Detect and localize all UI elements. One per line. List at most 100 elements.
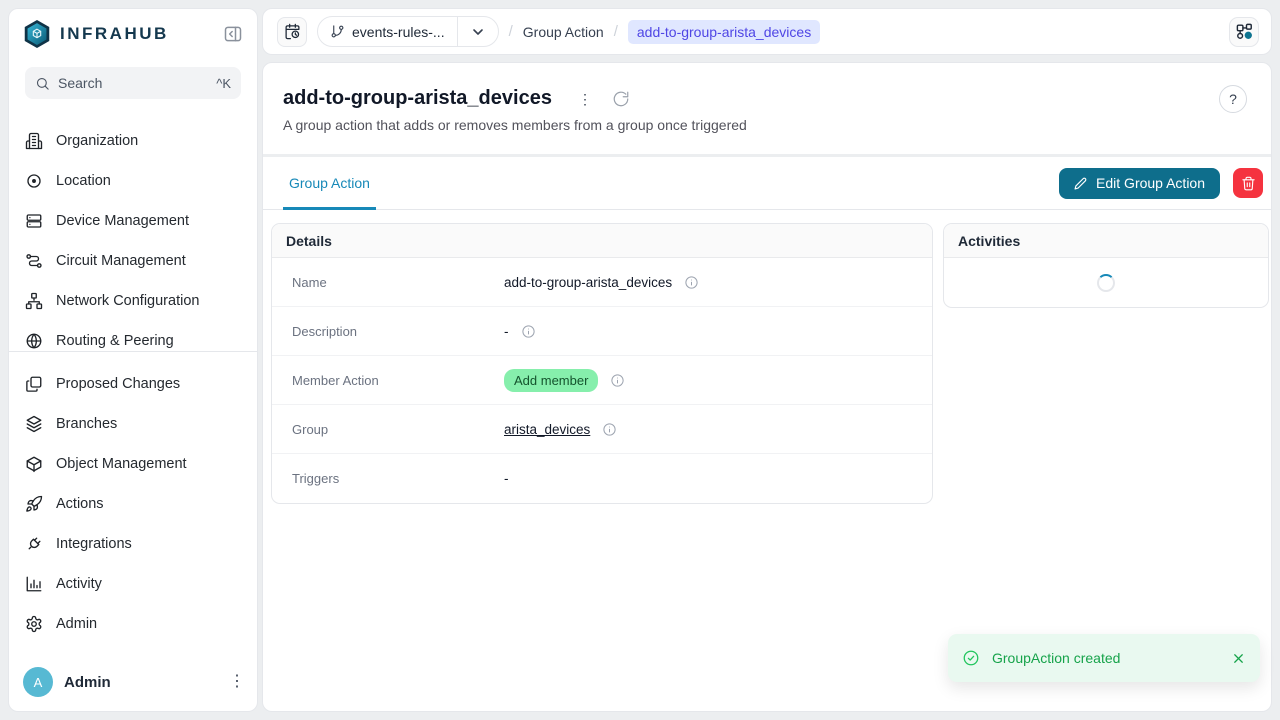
sidebar-item-label: Admin: [56, 616, 97, 632]
sidebar-item-label: Integrations: [56, 536, 132, 552]
search-box[interactable]: ^K: [25, 67, 241, 99]
tab-group-action[interactable]: Group Action: [283, 157, 376, 209]
user-kebab-menu-icon[interactable]: ⋮: [229, 674, 245, 690]
sidebar-item-circuit-management[interactable]: Circuit Management: [9, 241, 257, 281]
sidebar-nav-group-1: Organization Location Device Management …: [9, 121, 257, 349]
loading-spinner-icon: [1097, 274, 1115, 292]
sidebar-item-proposed-changes[interactable]: Proposed Changes: [9, 364, 257, 404]
pencil-icon: [1074, 177, 1087, 190]
info-icon[interactable]: [610, 373, 625, 388]
sidebar-item-admin[interactable]: Admin: [9, 604, 257, 644]
user-name: Admin: [64, 674, 111, 691]
sidebar-item-label: Activity: [56, 576, 102, 592]
detail-row-group: Group arista_devices: [272, 405, 932, 454]
branch-dropdown-toggle[interactable]: [458, 24, 498, 40]
search-icon: [35, 76, 50, 91]
detail-value: add-to-group-arista_devices: [504, 275, 672, 290]
help-button[interactable]: ?: [1219, 85, 1247, 113]
chevron-down-icon: [470, 24, 486, 40]
plug-icon: [25, 535, 43, 553]
activities-panel: Activities: [943, 223, 1269, 308]
calendar-clock-icon: [284, 23, 301, 40]
locate-icon: [25, 172, 43, 190]
cube-icon: [25, 455, 43, 473]
brand-logo-row: INFRAHUB: [9, 9, 257, 55]
sidebar-item-actions[interactable]: Actions: [9, 484, 257, 524]
toast-close-icon[interactable]: [1231, 651, 1246, 666]
detail-value: -: [504, 471, 509, 486]
brand-name: INFRAHUB: [60, 24, 169, 44]
info-icon[interactable]: [521, 324, 536, 339]
breadcrumb-item-group-action[interactable]: Group Action: [523, 24, 604, 40]
sidebar-item-branches[interactable]: Branches: [9, 404, 257, 444]
info-icon[interactable]: [684, 275, 699, 290]
tab-bar: Group Action Edit Group Action: [263, 157, 1271, 210]
sidebar-item-device-management[interactable]: Device Management: [9, 201, 257, 241]
page-header: add-to-group-arista_devices ⋮ A group ac…: [263, 63, 1271, 157]
sidebar-item-location[interactable]: Location: [9, 161, 257, 201]
page-title: add-to-group-arista_devices: [283, 87, 552, 110]
title-kebab-menu-icon[interactable]: ⋮: [578, 92, 592, 106]
panel-collapse-icon: [223, 24, 243, 44]
sidebar-item-label: Circuit Management: [56, 253, 186, 269]
detail-row-triggers: Triggers -: [272, 454, 932, 503]
trash-icon: [1241, 176, 1256, 191]
page-subtitle: A group action that adds or removes memb…: [283, 117, 1251, 133]
topbar: events-rules-... / Group Action / add-to…: [262, 8, 1272, 55]
infrahub-logo-icon: [23, 19, 51, 49]
sidebar-item-network-configuration[interactable]: Network Configuration: [9, 281, 257, 321]
sidebar-item-organization[interactable]: Organization: [9, 121, 257, 161]
details-panel: Details Name add-to-group-arista_devices…: [271, 223, 933, 504]
time-travel-button[interactable]: [277, 17, 307, 47]
sidebar-item-label: Organization: [56, 133, 138, 149]
diff-icon: [25, 375, 43, 393]
sidebar-item-routing-peering[interactable]: Routing & Peering: [9, 321, 257, 349]
sidebar-item-label: Device Management: [56, 213, 189, 229]
layers-icon: [25, 415, 43, 433]
rocket-icon: [25, 495, 43, 513]
search-shortcut: ^K: [216, 76, 231, 91]
branch-selector[interactable]: events-rules-...: [317, 16, 499, 47]
sidebar-item-object-management[interactable]: Object Management: [9, 444, 257, 484]
sidebar-item-label: Object Management: [56, 456, 187, 472]
detail-value: -: [504, 324, 509, 339]
sidebar-item-label: Location: [56, 173, 111, 189]
sidebar: INFRAHUB ^K Organization Location Device…: [8, 8, 258, 712]
detail-label: Group: [292, 422, 504, 437]
sidebar-item-label: Routing & Peering: [56, 333, 174, 349]
toast-notification: GroupAction created: [948, 634, 1260, 682]
details-panel-title: Details: [272, 224, 932, 258]
building-icon: [25, 132, 43, 150]
detail-label: Member Action: [292, 373, 504, 388]
refresh-icon[interactable]: [612, 90, 630, 108]
detail-label: Name: [292, 275, 504, 290]
sidebar-item-label: Network Configuration: [56, 293, 199, 309]
delete-button[interactable]: [1233, 168, 1263, 198]
breadcrumb-item-current[interactable]: add-to-group-arista_devices: [628, 20, 820, 44]
search-input[interactable]: [58, 75, 208, 91]
workflow-icon: [1235, 22, 1254, 41]
route-icon: [25, 252, 43, 270]
sidebar-item-activity[interactable]: Activity: [9, 564, 257, 604]
detail-row-description: Description -: [272, 307, 932, 356]
breadcrumb: / Group Action / add-to-group-arista_dev…: [499, 20, 821, 44]
sidebar-nav-group-2: Proposed Changes Branches Object Managem…: [9, 358, 257, 644]
activities-panel-title: Activities: [944, 224, 1268, 258]
schema-visualizer-button[interactable]: [1229, 17, 1259, 47]
detail-label: Description: [292, 324, 504, 339]
breadcrumb-separator: /: [614, 23, 618, 40]
user-menu[interactable]: A Admin ⋮: [9, 657, 257, 711]
breadcrumb-separator: /: [509, 23, 513, 40]
info-icon[interactable]: [602, 422, 617, 437]
network-icon: [25, 292, 43, 310]
edit-group-action-button[interactable]: Edit Group Action: [1059, 168, 1220, 199]
detail-row-member-action: Member Action Add member: [272, 356, 932, 405]
edit-button-label: Edit Group Action: [1096, 175, 1205, 191]
group-link[interactable]: arista_devices: [504, 422, 590, 437]
detail-row-name: Name add-to-group-arista_devices: [272, 258, 932, 307]
detail-label: Triggers: [292, 471, 504, 486]
sidebar-item-integrations[interactable]: Integrations: [9, 524, 257, 564]
chart-icon: [25, 575, 43, 593]
server-icon: [25, 212, 43, 230]
sidebar-collapse-button[interactable]: [221, 22, 245, 46]
